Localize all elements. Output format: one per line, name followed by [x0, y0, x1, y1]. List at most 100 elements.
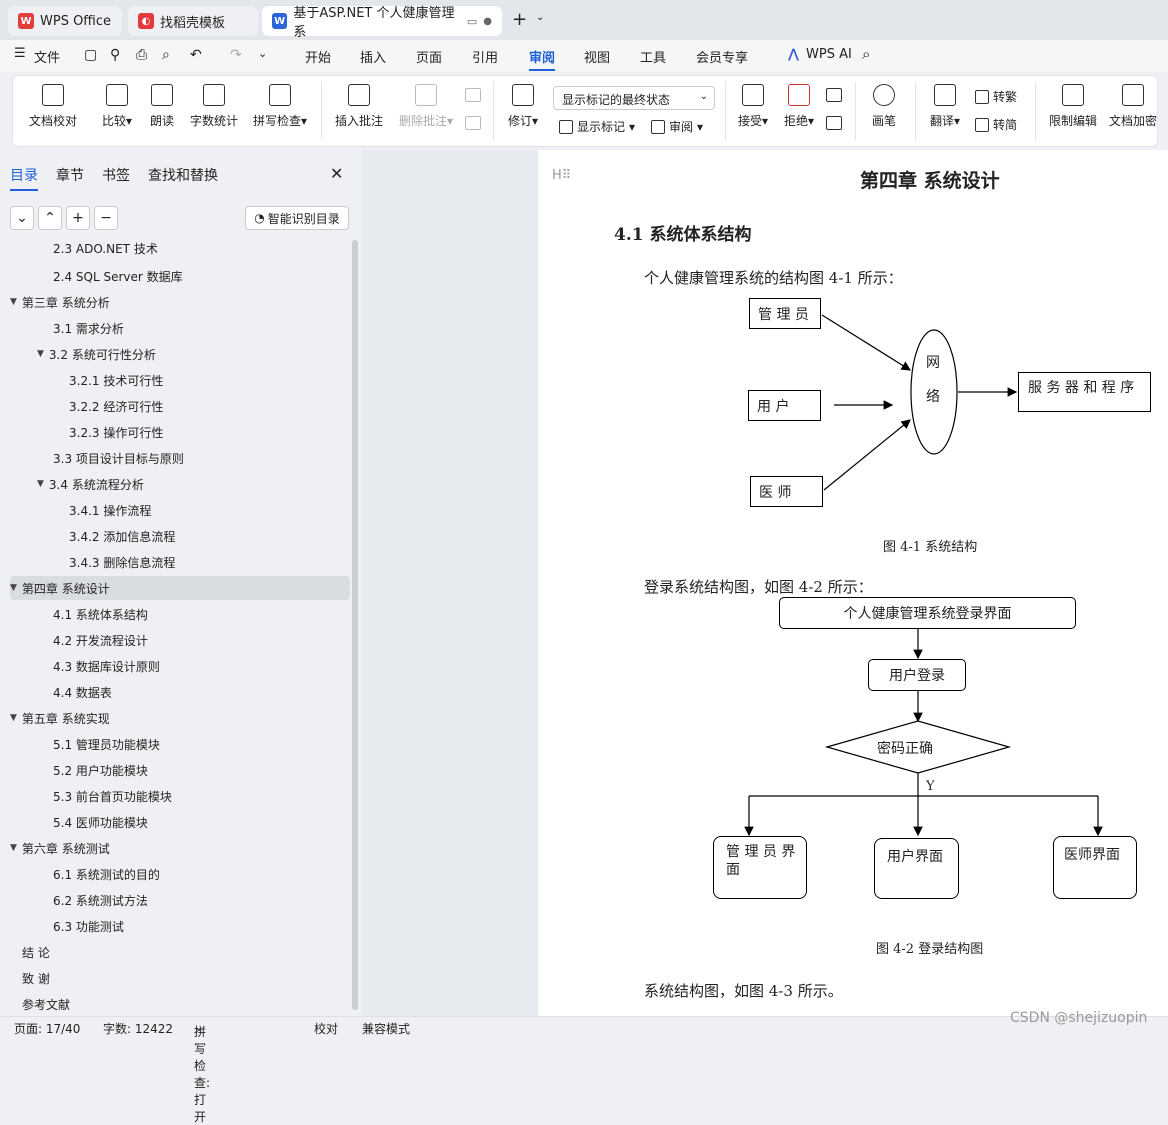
menu-view[interactable]: 视图 [584, 47, 610, 66]
menu-review[interactable]: 审阅 [529, 47, 556, 71]
review-pane-button[interactable]: 审阅 ▾ [651, 118, 703, 135]
close-icon[interactable]: ✕ [330, 164, 343, 183]
toc-item[interactable]: 6.1 系统测试的目的 [10, 862, 350, 886]
tab-find-replace[interactable]: 查找和替换 [148, 165, 218, 185]
toc-item[interactable]: 5.1 管理员功能模块 [10, 732, 350, 756]
tab-template[interactable]: ◐ 找稻壳模板 [128, 6, 258, 36]
toc-item[interactable]: 6.3 功能测试 [10, 914, 350, 938]
proof-status[interactable]: 校对 [314, 1020, 338, 1037]
toc-item[interactable]: 3.2.1 技术可行性 [10, 368, 350, 392]
insert-comment-button[interactable]: 插入批注 [333, 84, 385, 129]
expand-triangle-icon[interactable]: ▼ [10, 713, 17, 723]
undo-icon[interactable]: ↶ [190, 47, 202, 63]
encrypt-button[interactable]: 文档加密 [1107, 84, 1159, 129]
toc-item[interactable]: ▼ 3.4 系统流程分析 [10, 472, 350, 496]
toc-item[interactable]: ▼ 第五章 系统实现 [10, 706, 350, 730]
new-tab-icon[interactable]: + [512, 9, 527, 30]
redo-icon[interactable]: ↷ [230, 47, 242, 63]
spell-check-status[interactable]: 拼写检查: 打开 ⌄ [194, 1020, 210, 1124]
toc-item[interactable]: 3.2.3 操作可行性 [10, 420, 350, 444]
print-icon[interactable]: ⎙ [136, 47, 147, 63]
share-icon[interactable]: ⚲ [110, 47, 120, 63]
toc-item[interactable]: 结 论 [10, 940, 350, 964]
toc-item[interactable]: 3.4.1 操作流程 [10, 498, 350, 522]
print-preview-icon[interactable]: ⌕ [162, 47, 170, 63]
menu-start[interactable]: 开始 [305, 47, 331, 66]
expand-triangle-icon[interactable]: ▼ [10, 843, 17, 853]
toc-item[interactable]: 3.1 需求分析 [10, 316, 350, 340]
pen-button[interactable]: 画笔 [869, 84, 899, 129]
expand-triangle-icon[interactable]: ▼ [10, 297, 17, 307]
menu-wps-ai[interactable]: WPS AI [806, 47, 852, 62]
collapse-icon[interactable]: ⌄ [10, 206, 34, 230]
hamburger-icon[interactable]: ☰ [14, 46, 26, 61]
toc-item[interactable]: ▼ 第四章 系统设计 [10, 576, 350, 600]
remove-level-icon[interactable]: − [94, 206, 118, 230]
toc-item[interactable]: ▼ 第六章 系统测试 [10, 836, 350, 860]
tab-toc[interactable]: 目录 [10, 165, 38, 191]
toc-item[interactable]: 6.2 系统测试方法 [10, 888, 350, 912]
tab-bookmarks[interactable]: 书签 [102, 165, 130, 185]
toc-item[interactable]: 2.4 SQL Server 数据库 [10, 264, 350, 288]
expand-triangle-icon[interactable]: ▼ [10, 583, 17, 593]
toc-item[interactable]: 3.4.2 添加信息流程 [10, 524, 350, 548]
tab-wps-office[interactable]: W WPS Office [8, 6, 122, 36]
toc-item[interactable]: 5.4 医师功能模块 [10, 810, 350, 834]
word-count-button[interactable]: 字数统计 [189, 84, 239, 129]
menu-page[interactable]: 页面 [416, 47, 442, 66]
add-level-icon[interactable]: + [66, 206, 90, 230]
menu-file[interactable]: 文件 [34, 47, 60, 66]
doc-check-button[interactable]: 文档校对 [27, 84, 79, 129]
to-simplified-button[interactable]: 转简 [975, 116, 1017, 133]
markup-mode-select[interactable]: 显示标记的最终状态 ⌄ [553, 86, 715, 110]
expand-up-icon[interactable]: ⌃ [38, 206, 62, 230]
expand-triangle-icon[interactable]: ▼ [37, 479, 44, 489]
toc-item[interactable]: 3.4.3 删除信息流程 [10, 550, 350, 574]
toc-item[interactable]: 4.1 系统体系结构 [10, 602, 350, 626]
word-count-status[interactable]: 字数: 12422 [103, 1020, 173, 1037]
menu-tools[interactable]: 工具 [640, 47, 666, 66]
revise-button[interactable]: 修订▾ [503, 84, 543, 129]
chevron-down-icon: ⌄ [699, 91, 708, 102]
show-markup-button[interactable]: 显示标记 ▾ [559, 118, 635, 135]
page-indicator[interactable]: 页面: 17/40 [14, 1020, 80, 1037]
smart-toc-button[interactable]: ◔ 智能识别目录 [245, 206, 349, 230]
toc-item[interactable]: 参考文献 [10, 992, 350, 1016]
prev-change-icon[interactable] [826, 88, 842, 102]
toc-item[interactable]: ▼ 第三章 系统分析 [10, 290, 350, 314]
toc-item[interactable]: 3.2.2 经济可行性 [10, 394, 350, 418]
translate-button[interactable]: 翻译▾ [925, 84, 965, 129]
toc-item[interactable]: 4.4 数据表 [10, 680, 350, 704]
expand-triangle-icon[interactable]: ▼ [37, 349, 44, 359]
more-chevron-icon[interactable]: ⌄ [258, 47, 267, 60]
reject-button[interactable]: 拒绝▾ [779, 84, 819, 129]
toc-item-label: 5.1 管理员功能模块 [53, 737, 160, 752]
delete-comment-button[interactable]: 删除批注▾ [395, 84, 457, 129]
save-icon[interactable]: ▢ [84, 47, 97, 63]
toc-item[interactable]: 3.3 项目设计目标与原则 [10, 446, 350, 470]
chevron-down-icon[interactable]: ⌄ [536, 12, 544, 23]
next-change-icon[interactable] [826, 116, 842, 130]
toc-item[interactable]: 5.2 用户功能模块 [10, 758, 350, 782]
toc-item[interactable]: 5.3 前台首页功能模块 [10, 784, 350, 808]
restrict-edit-button[interactable]: 限制编辑 [1047, 84, 1099, 129]
menu-reference[interactable]: 引用 [472, 47, 498, 66]
toc-scrollbar[interactable] [352, 240, 358, 1010]
search-icon[interactable]: ⌕ [862, 45, 870, 63]
toc-item[interactable]: 致 谢 [10, 966, 350, 990]
spell-check-button[interactable]: 拼写检查▾ [249, 84, 311, 129]
to-traditional-button[interactable]: 转繁 [975, 88, 1017, 105]
toc-item[interactable]: ▼ 3.2 系统可行性分析 [10, 342, 350, 366]
toc-item[interactable]: 4.2 开发流程设计 [10, 628, 350, 652]
menu-insert[interactable]: 插入 [360, 47, 386, 66]
toc-item[interactable]: 4.3 数据库设计原则 [10, 654, 350, 678]
read-aloud-button[interactable]: 朗读 [147, 84, 177, 129]
menu-member[interactable]: 会员专享 [696, 47, 748, 66]
tab-chapters[interactable]: 章节 [56, 165, 84, 185]
compare-button[interactable]: 比较▾ [97, 84, 137, 129]
next-comment-icon[interactable] [465, 116, 481, 130]
toc-item[interactable]: 2.3 ADO.NET 技术 [10, 236, 350, 260]
accept-button[interactable]: 接受▾ [733, 84, 773, 129]
prev-comment-icon[interactable] [465, 88, 481, 102]
tab-document[interactable]: W 基于ASP.NET 个人健康管理系 ▭ ● [262, 6, 502, 40]
